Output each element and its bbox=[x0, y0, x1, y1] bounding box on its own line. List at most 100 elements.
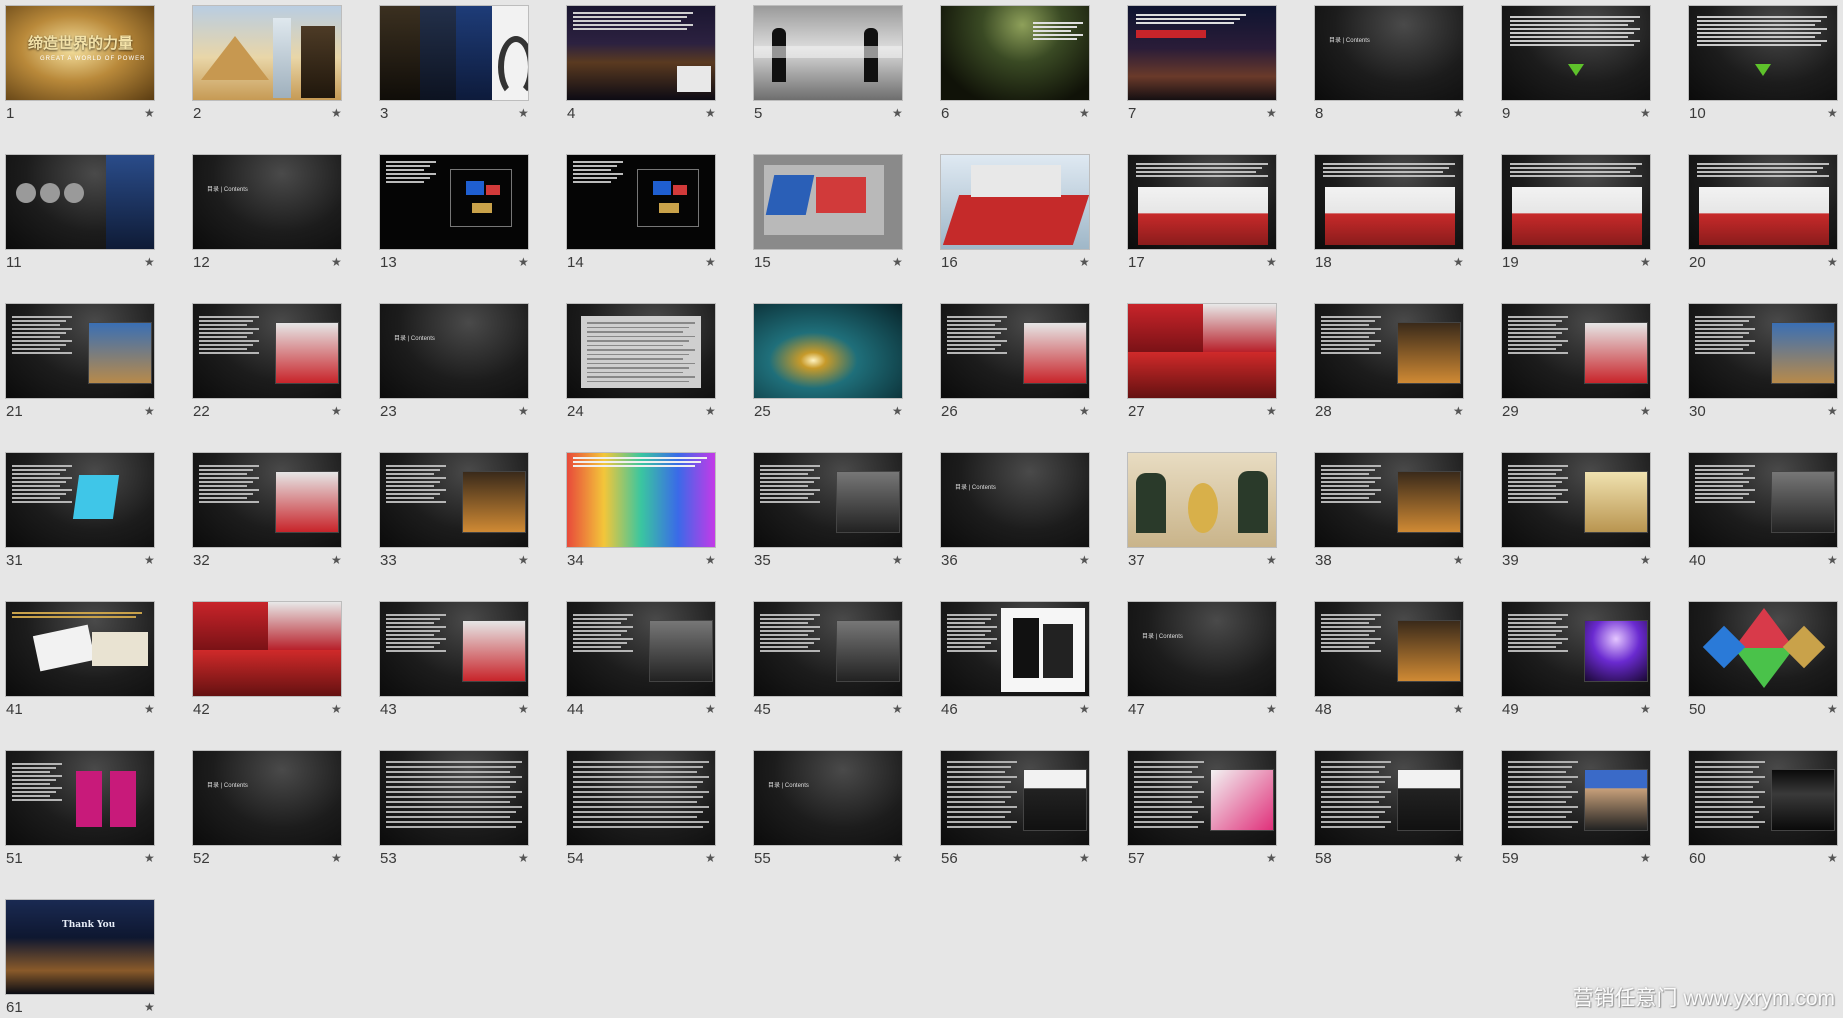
animation-star-icon[interactable]: ★ bbox=[705, 852, 716, 864]
animation-star-icon[interactable]: ★ bbox=[1640, 703, 1651, 715]
slide-preview[interactable] bbox=[940, 303, 1090, 399]
slide-preview[interactable] bbox=[5, 303, 155, 399]
slide-thumbnail-41[interactable]: 41 ★ bbox=[0, 596, 187, 745]
animation-star-icon[interactable]: ★ bbox=[1640, 852, 1651, 864]
animation-star-icon[interactable]: ★ bbox=[1640, 405, 1651, 417]
slide-thumbnail-5[interactable]: 5 ★ bbox=[748, 0, 935, 149]
slide-preview[interactable] bbox=[192, 601, 342, 697]
slide-preview[interactable] bbox=[5, 750, 155, 846]
slide-preview[interactable] bbox=[5, 452, 155, 548]
slide-preview[interactable] bbox=[1501, 750, 1651, 846]
animation-star-icon[interactable]: ★ bbox=[1266, 852, 1277, 864]
slide-thumbnail-4[interactable]: 4 ★ bbox=[561, 0, 748, 149]
slide-preview[interactable] bbox=[1688, 5, 1838, 101]
slide-preview[interactable]: 目录 | Contents bbox=[753, 750, 903, 846]
animation-star-icon[interactable]: ★ bbox=[331, 256, 342, 268]
slide-thumbnail-1[interactable]: 缔造世界的力量 GREAT A WORLD OF POWER 1 ★ bbox=[0, 0, 187, 149]
animation-star-icon[interactable]: ★ bbox=[1266, 703, 1277, 715]
slide-thumbnail-38[interactable]: 38 ★ bbox=[1309, 447, 1496, 596]
animation-star-icon[interactable]: ★ bbox=[1827, 852, 1838, 864]
slide-thumbnail-15[interactable]: 15 ★ bbox=[748, 149, 935, 298]
slide-thumbnail-16[interactable]: 16 ★ bbox=[935, 149, 1122, 298]
slide-thumbnail-22[interactable]: 22 ★ bbox=[187, 298, 374, 447]
slide-thumbnail-51[interactable]: 51 ★ bbox=[0, 745, 187, 894]
slide-preview[interactable] bbox=[753, 601, 903, 697]
animation-star-icon[interactable]: ★ bbox=[892, 852, 903, 864]
slide-thumbnail-49[interactable]: 49 ★ bbox=[1496, 596, 1683, 745]
animation-star-icon[interactable]: ★ bbox=[1827, 107, 1838, 119]
slide-preview[interactable] bbox=[1501, 452, 1651, 548]
animation-star-icon[interactable]: ★ bbox=[1453, 405, 1464, 417]
slide-thumbnail-23[interactable]: 目录 | Contents 23 ★ bbox=[374, 298, 561, 447]
slide-thumbnail-6[interactable]: 6 ★ bbox=[935, 0, 1122, 149]
slide-preview[interactable] bbox=[940, 5, 1090, 101]
animation-star-icon[interactable]: ★ bbox=[892, 703, 903, 715]
slide-thumbnail-35[interactable]: 35 ★ bbox=[748, 447, 935, 596]
slide-thumbnail-27[interactable]: 27 ★ bbox=[1122, 298, 1309, 447]
animation-star-icon[interactable]: ★ bbox=[144, 405, 155, 417]
slide-preview[interactable] bbox=[379, 5, 529, 101]
slide-preview[interactable] bbox=[566, 750, 716, 846]
slide-preview[interactable] bbox=[379, 154, 529, 250]
slide-preview[interactable] bbox=[1314, 303, 1464, 399]
animation-star-icon[interactable]: ★ bbox=[331, 554, 342, 566]
slide-preview[interactable] bbox=[1314, 154, 1464, 250]
slide-thumbnail-42[interactable]: 42 ★ bbox=[187, 596, 374, 745]
slide-thumbnail-17[interactable]: 17 ★ bbox=[1122, 149, 1309, 298]
animation-star-icon[interactable]: ★ bbox=[1266, 405, 1277, 417]
slide-preview[interactable] bbox=[1688, 303, 1838, 399]
slide-thumbnail-47[interactable]: 目录 | Contents 47 ★ bbox=[1122, 596, 1309, 745]
slide-preview[interactable]: 目录 | Contents bbox=[379, 303, 529, 399]
slide-preview[interactable] bbox=[940, 601, 1090, 697]
animation-star-icon[interactable]: ★ bbox=[1827, 554, 1838, 566]
animation-star-icon[interactable]: ★ bbox=[144, 554, 155, 566]
slide-preview[interactable] bbox=[566, 5, 716, 101]
slide-preview[interactable] bbox=[1314, 601, 1464, 697]
slide-thumbnail-54[interactable]: 54 ★ bbox=[561, 745, 748, 894]
slide-thumbnail-57[interactable]: 57 ★ bbox=[1122, 745, 1309, 894]
slide-preview[interactable]: 目录 | Contents bbox=[1314, 5, 1464, 101]
animation-star-icon[interactable]: ★ bbox=[1079, 703, 1090, 715]
slide-preview[interactable] bbox=[5, 154, 155, 250]
slide-thumbnail-36[interactable]: 目录 | Contents 36 ★ bbox=[935, 447, 1122, 596]
slide-thumbnail-26[interactable]: 26 ★ bbox=[935, 298, 1122, 447]
animation-star-icon[interactable]: ★ bbox=[1079, 107, 1090, 119]
animation-star-icon[interactable]: ★ bbox=[1453, 852, 1464, 864]
animation-star-icon[interactable]: ★ bbox=[518, 703, 529, 715]
animation-star-icon[interactable]: ★ bbox=[144, 256, 155, 268]
animation-star-icon[interactable]: ★ bbox=[1640, 256, 1651, 268]
slide-thumbnail-12[interactable]: 目录 | Contents 12 ★ bbox=[187, 149, 374, 298]
slide-thumbnail-39[interactable]: 39 ★ bbox=[1496, 447, 1683, 596]
slide-preview[interactable] bbox=[940, 750, 1090, 846]
animation-star-icon[interactable]: ★ bbox=[331, 405, 342, 417]
animation-star-icon[interactable]: ★ bbox=[331, 703, 342, 715]
animation-star-icon[interactable]: ★ bbox=[518, 554, 529, 566]
animation-star-icon[interactable]: ★ bbox=[144, 107, 155, 119]
slide-thumbnail-37[interactable]: 37 ★ bbox=[1122, 447, 1309, 596]
slide-thumbnail-25[interactable]: 25 ★ bbox=[748, 298, 935, 447]
slide-preview[interactable]: 目录 | Contents bbox=[940, 452, 1090, 548]
slide-thumbnail-58[interactable]: 58 ★ bbox=[1309, 745, 1496, 894]
animation-star-icon[interactable]: ★ bbox=[1453, 256, 1464, 268]
animation-star-icon[interactable]: ★ bbox=[144, 703, 155, 715]
slide-thumbnail-52[interactable]: 目录 | Contents 52 ★ bbox=[187, 745, 374, 894]
slide-preview[interactable] bbox=[1688, 154, 1838, 250]
slide-thumbnail-55[interactable]: 目录 | Contents 55 ★ bbox=[748, 745, 935, 894]
slide-thumbnail-20[interactable]: 20 ★ bbox=[1683, 149, 1843, 298]
animation-star-icon[interactable]: ★ bbox=[1079, 256, 1090, 268]
slide-thumbnail-59[interactable]: 59 ★ bbox=[1496, 745, 1683, 894]
animation-star-icon[interactable]: ★ bbox=[705, 107, 716, 119]
slide-preview[interactable] bbox=[1314, 452, 1464, 548]
slide-preview[interactable]: 缔造世界的力量 GREAT A WORLD OF POWER bbox=[5, 5, 155, 101]
animation-star-icon[interactable]: ★ bbox=[1827, 405, 1838, 417]
slide-thumbnail-50[interactable]: 50 ★ bbox=[1683, 596, 1843, 745]
slide-thumbnail-34[interactable]: 34 ★ bbox=[561, 447, 748, 596]
slide-preview[interactable] bbox=[379, 601, 529, 697]
animation-star-icon[interactable]: ★ bbox=[1266, 554, 1277, 566]
slide-thumbnail-13[interactable]: 13 ★ bbox=[374, 149, 561, 298]
slide-preview[interactable] bbox=[566, 303, 716, 399]
animation-star-icon[interactable]: ★ bbox=[892, 107, 903, 119]
animation-star-icon[interactable]: ★ bbox=[892, 554, 903, 566]
slide-thumbnail-56[interactable]: 56 ★ bbox=[935, 745, 1122, 894]
slide-thumbnail-31[interactable]: 31 ★ bbox=[0, 447, 187, 596]
